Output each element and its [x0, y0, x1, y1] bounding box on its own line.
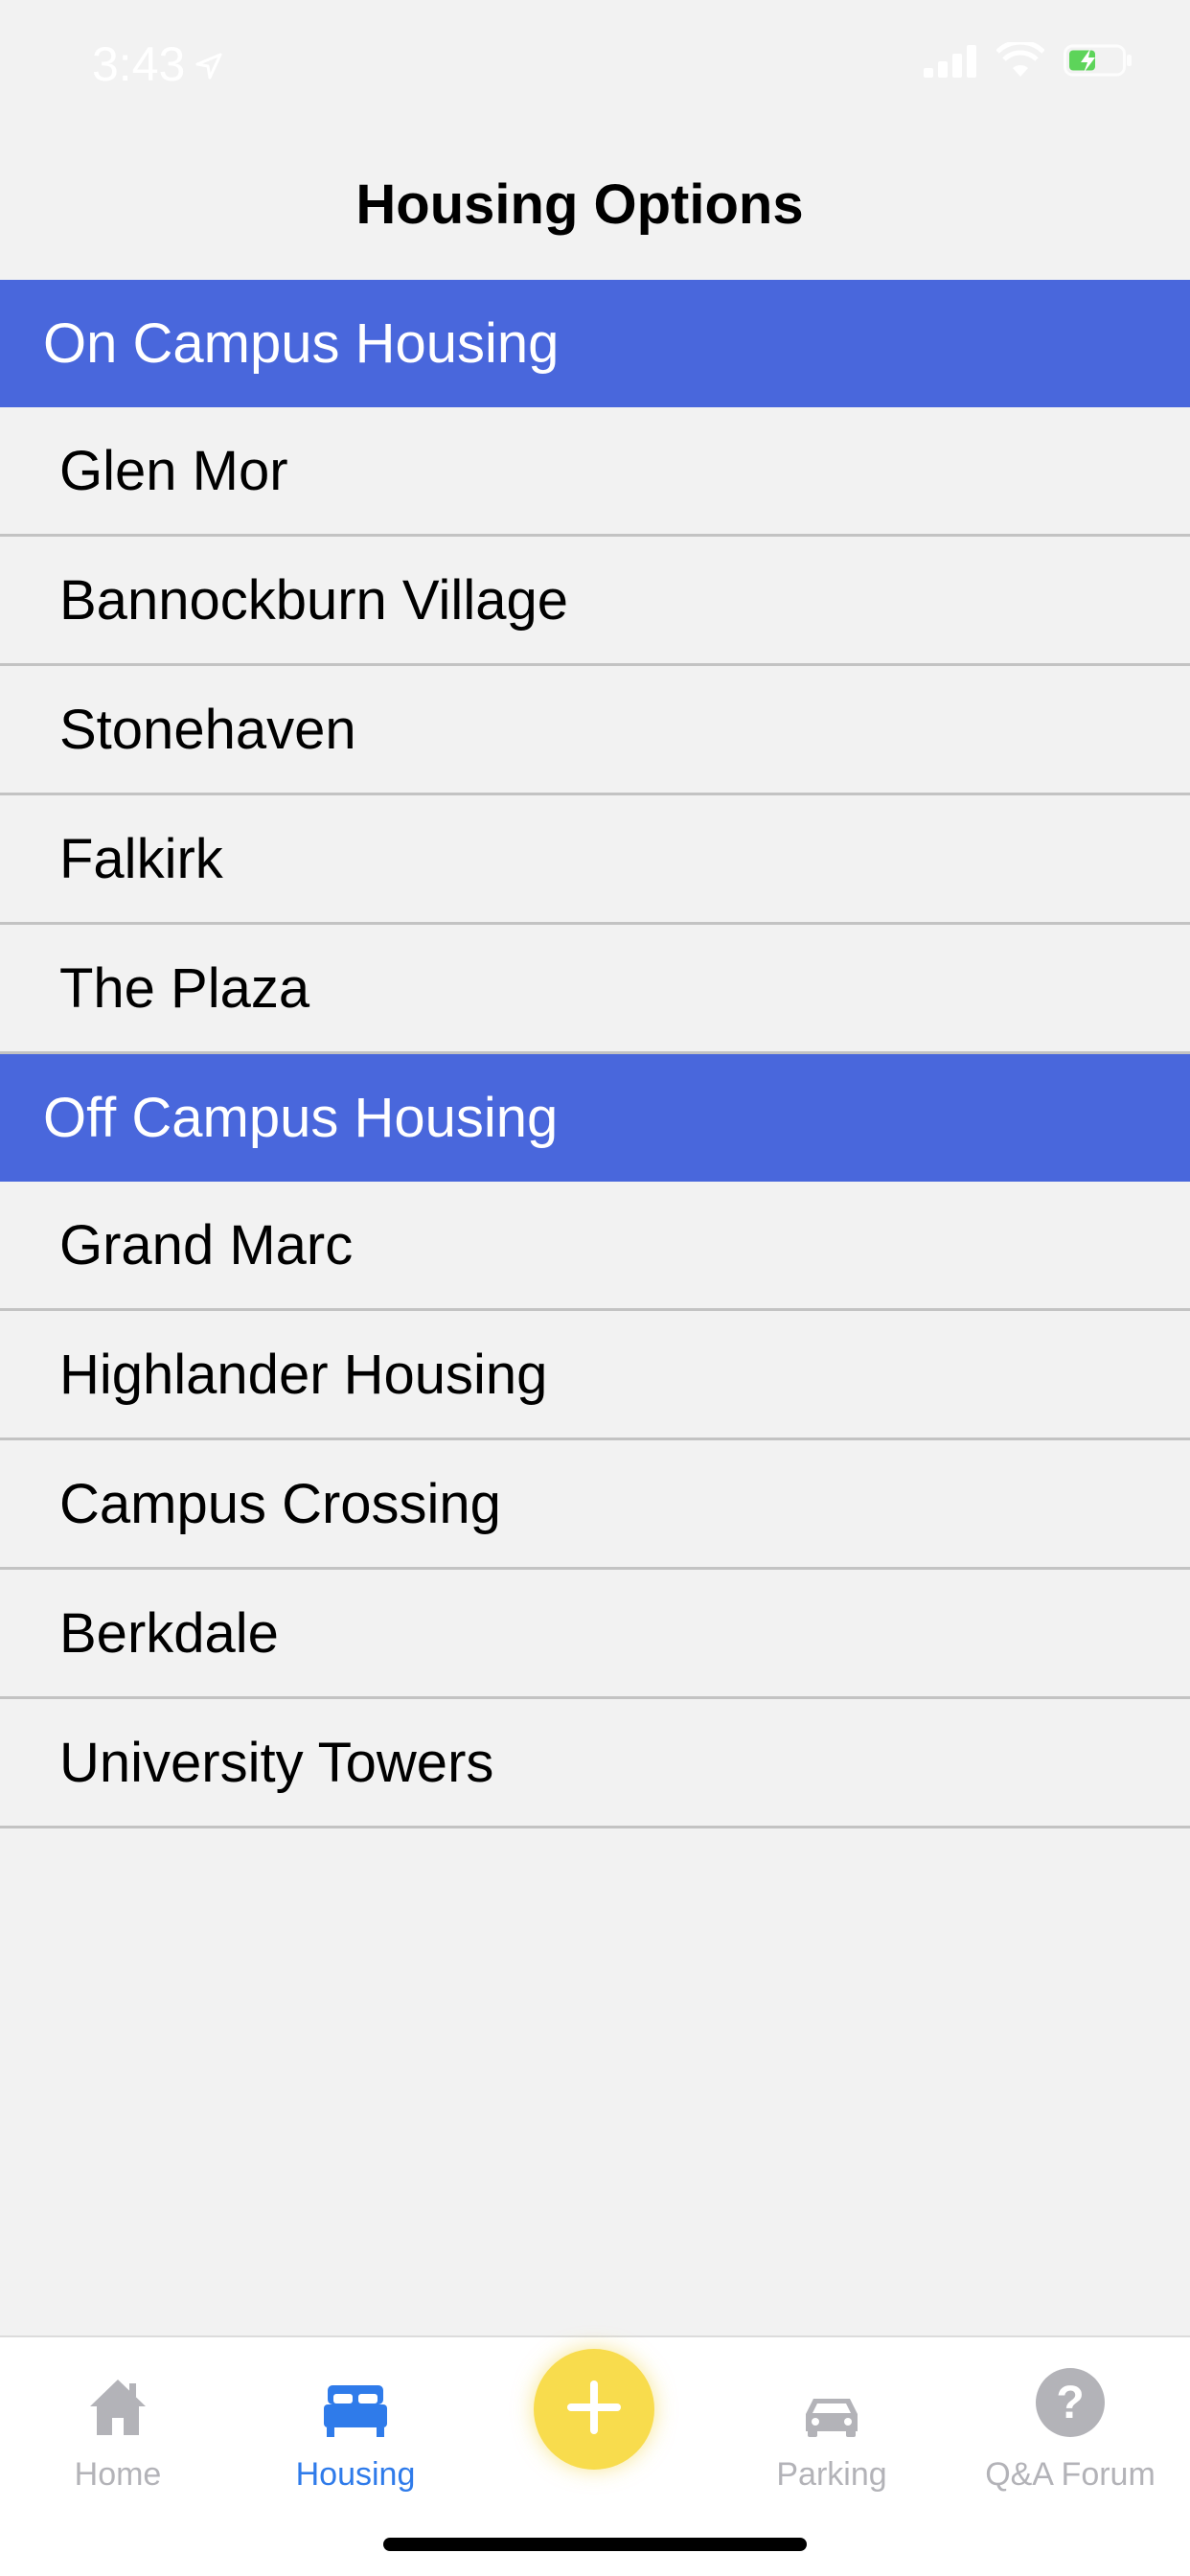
- list-item[interactable]: Falkirk: [0, 795, 1190, 925]
- home-indicator[interactable]: [383, 2538, 807, 2551]
- tab-label: Parking: [776, 2456, 887, 2493]
- list-item[interactable]: Bannockburn Village: [0, 537, 1190, 666]
- tab-housing[interactable]: Housing: [250, 2351, 461, 2494]
- status-time: 3:43: [92, 37, 186, 91]
- home-icon: [89, 2351, 147, 2437]
- list-item[interactable]: Glen Mor: [0, 407, 1190, 537]
- list-item[interactable]: Stonehaven: [0, 666, 1190, 795]
- list-item[interactable]: Grand Marc: [0, 1182, 1190, 1311]
- signal-icon: [924, 43, 977, 82]
- tab-parking[interactable]: Parking: [726, 2351, 937, 2494]
- section-header-off-campus: Off Campus Housing: [0, 1054, 1190, 1182]
- add-button[interactable]: [534, 2349, 654, 2470]
- list-item[interactable]: The Plaza: [0, 925, 1190, 1054]
- list-item[interactable]: Berkdale: [0, 1570, 1190, 1699]
- tab-label: Housing: [295, 2456, 416, 2493]
- tab-label: Home: [74, 2456, 162, 2493]
- tab-label: Q&A Forum: [985, 2456, 1156, 2493]
- wifi-icon: [995, 39, 1045, 83]
- section-header-on-campus: On Campus Housing: [0, 280, 1190, 407]
- battery-icon: [1064, 43, 1133, 82]
- bed-icon: [324, 2351, 387, 2437]
- status-time-group: 3:43: [92, 36, 223, 92]
- status-bar: 3:43: [0, 0, 1190, 129]
- plus-icon: [563, 2377, 625, 2443]
- tab-home[interactable]: Home: [12, 2351, 223, 2494]
- page-title: Housing Options: [355, 173, 804, 236]
- car-icon: [802, 2351, 861, 2437]
- question-icon: ?: [1036, 2351, 1105, 2437]
- list-item[interactable]: Campus Crossing: [0, 1440, 1190, 1570]
- location-arrow-icon: [195, 36, 223, 92]
- list-item[interactable]: University Towers: [0, 1699, 1190, 1828]
- svg-text:?: ?: [1056, 2378, 1084, 2428]
- tab-qa-forum[interactable]: ? Q&A Forum: [965, 2351, 1176, 2494]
- status-indicators: [924, 39, 1133, 83]
- list-item[interactable]: Highlander Housing: [0, 1311, 1190, 1440]
- housing-list: On Campus Housing Glen Mor Bannockburn V…: [0, 280, 1190, 1828]
